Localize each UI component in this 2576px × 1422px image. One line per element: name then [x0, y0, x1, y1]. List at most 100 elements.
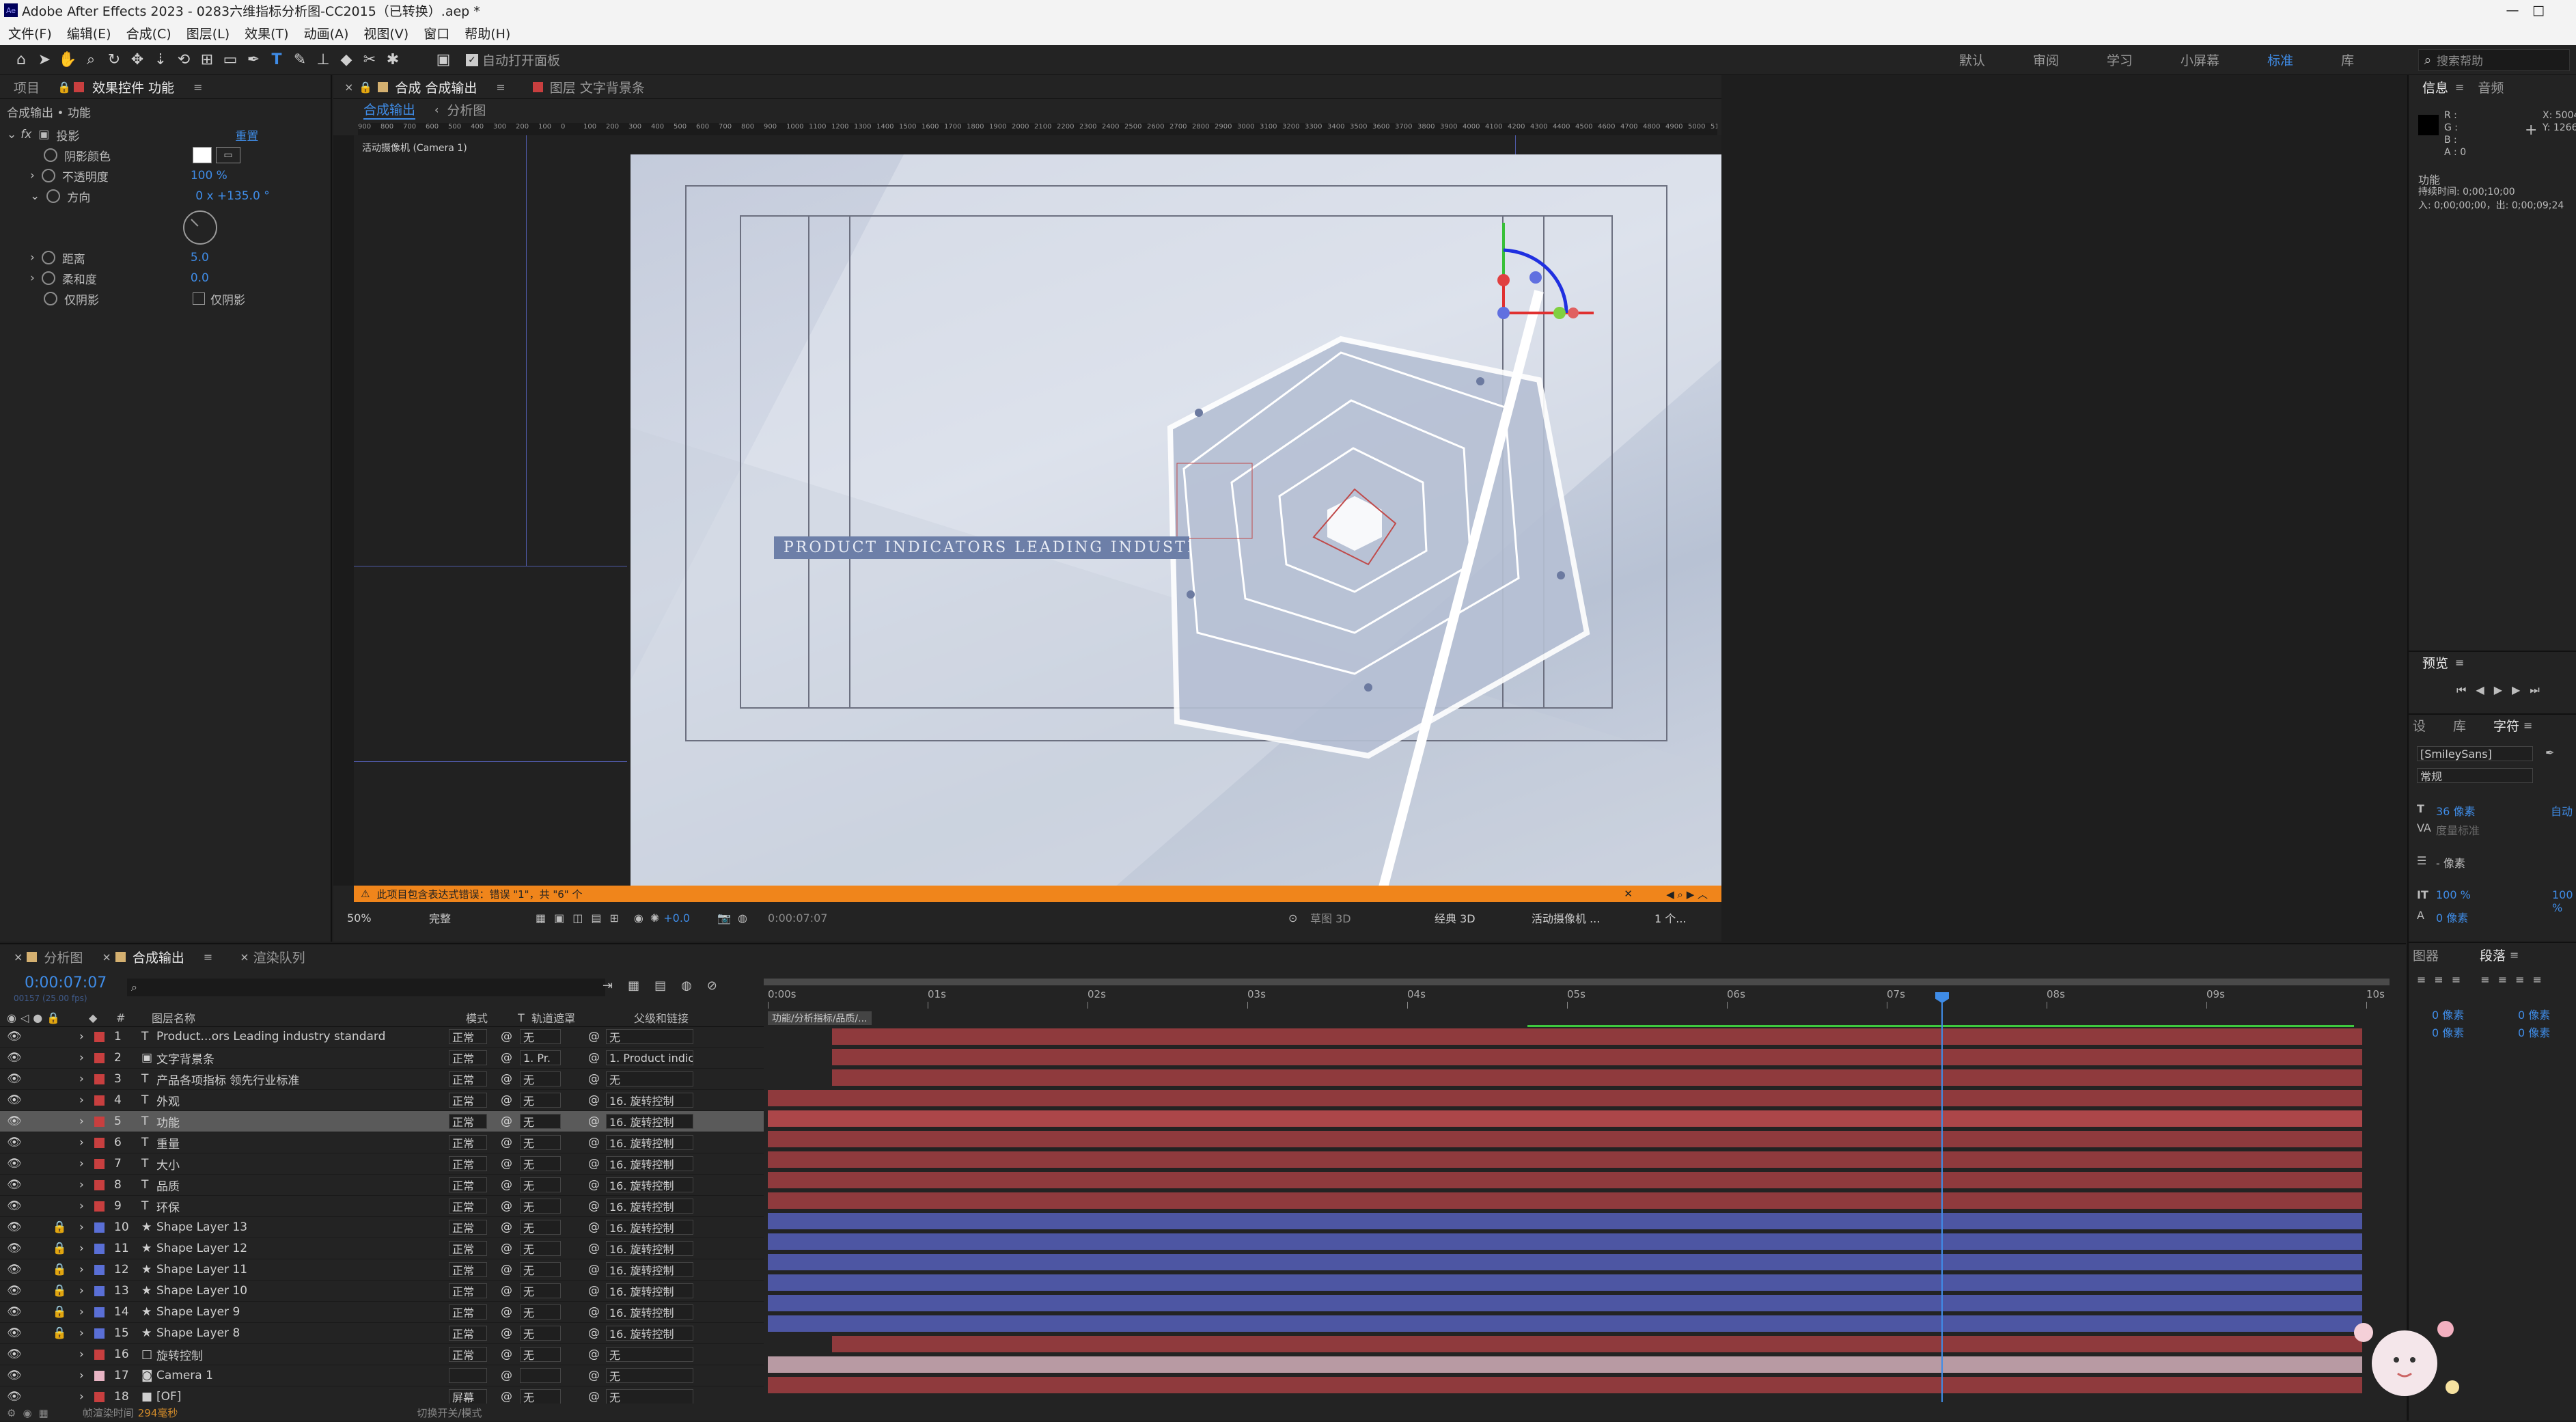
parent-dropdown[interactable]: 16. 旋转控制 [606, 1304, 693, 1320]
hand-tool-icon[interactable]: ✋ [58, 51, 77, 69]
parent-dropdown[interactable]: 1. Product indic [606, 1050, 693, 1065]
track-matte-dropdown[interactable]: 无 [520, 1220, 561, 1235]
eye-icon[interactable]: 👁 [7, 1093, 23, 1107]
parent-dropdown[interactable]: 16. 旋转控制 [606, 1135, 693, 1150]
eye-icon[interactable]: 👁 [7, 1136, 23, 1149]
parent-dropdown[interactable]: 16. 旋转控制 [606, 1220, 693, 1235]
layer-row[interactable]: 👁 › 1 T Product...ors Leading industry stand… [0, 1026, 764, 1048]
panel-icon[interactable]: ▣ [434, 51, 452, 69]
space-before-value[interactable]: 0 像素 [2432, 1024, 2464, 1040]
label-color-swatch[interactable] [94, 1264, 105, 1275]
spiral-icon[interactable]: @ [501, 1051, 520, 1065]
eye-icon[interactable]: 👁 [7, 1030, 23, 1043]
layer-duration-bar[interactable] [768, 1233, 2362, 1250]
panel-menu-icon[interactable]: ≡ [2455, 81, 2464, 94]
parent-pickwhip-icon[interactable]: @ [588, 1369, 606, 1382]
eye-icon[interactable]: 👁 [7, 1284, 23, 1298]
spiral-icon[interactable]: @ [501, 1072, 520, 1086]
layer-name[interactable]: 功能 [156, 1113, 449, 1130]
parent-pickwhip-icon[interactable]: @ [588, 1115, 606, 1128]
brush-tool-icon[interactable]: ✎ [291, 51, 309, 69]
blend-mode-dropdown[interactable]: 正常 [449, 1199, 487, 1214]
track-matte-dropdown[interactable]: 无 [520, 1389, 561, 1404]
label-color-swatch[interactable] [94, 1328, 105, 1339]
label-color-swatch[interactable] [94, 1052, 105, 1063]
renderer-dropdown[interactable]: 经典 3D [1432, 910, 1478, 925]
softness-value[interactable]: 0.0 [191, 271, 209, 285]
exposure-value[interactable]: +0.0 [663, 912, 690, 925]
show-channel-icon[interactable]: ◍ [738, 912, 747, 925]
expression-warning-bar[interactable]: ⚠ 此项目包含表达式错误：错误 "1"，共 "6" 个 ✕ ◀ ⌕ ▶ ︿ [354, 886, 1721, 902]
parent-pickwhip-icon[interactable]: @ [588, 1030, 606, 1043]
parent-dropdown[interactable]: 16. 旋转控制 [606, 1241, 693, 1256]
footer-icons[interactable]: ⚙◉▦ [7, 1407, 55, 1419]
expand-chevron-icon[interactable]: › [79, 1390, 94, 1404]
menu-item[interactable]: 合成(C) [126, 24, 171, 42]
expand-chevron-icon[interactable]: › [79, 1220, 94, 1234]
stopwatch-icon[interactable] [44, 148, 57, 162]
parent-dropdown[interactable]: 16. 旋转控制 [606, 1283, 693, 1298]
paragraph-align-icons[interactable]: ≡≡≡ ≡≡≡≡ [2417, 973, 2550, 986]
layer-duration-bar[interactable] [768, 1295, 2362, 1311]
tab-preview[interactable]: 预览 [2422, 653, 2448, 672]
tab-paragraph[interactable]: 段落 [2480, 946, 2506, 964]
expand-chevron-icon[interactable]: › [79, 1093, 94, 1107]
label-color-swatch[interactable] [94, 1074, 105, 1084]
quality-dropdown[interactable]: 完整 [426, 910, 508, 925]
timeline-tab-2[interactable]: 渲染队列 [253, 948, 305, 966]
tab-audio[interactable]: 音频 [2478, 78, 2504, 96]
eraser-tool-icon[interactable]: ◆ [337, 51, 355, 69]
blend-mode-dropdown[interactable] [449, 1368, 487, 1383]
layer-row[interactable]: 👁 🔒 › 12 ★ Shape Layer 11 正常 @ 无 @16. 旋转控制 [0, 1259, 764, 1281]
blend-mode-dropdown[interactable]: 正常 [449, 1050, 487, 1065]
parent-pickwhip-icon[interactable]: @ [588, 1093, 606, 1107]
indent-left-value[interactable]: 0 像素 [2432, 1006, 2464, 1022]
baseline-value[interactable]: 0 像素 [2436, 909, 2468, 925]
spiral-icon[interactable]: @ [501, 1199, 520, 1213]
expand-chevron-icon[interactable]: › [79, 1051, 94, 1065]
viewer-canvas[interactable]: 活动摄像机 (Camera 1) PRODUCT INDICATORS LEAD… [354, 135, 1721, 886]
blend-mode-dropdown[interactable]: 正常 [449, 1347, 487, 1362]
chevron-right-icon[interactable]: › [30, 169, 35, 182]
spiral-icon[interactable]: @ [501, 1242, 520, 1255]
expand-chevron-icon[interactable]: › [79, 1242, 94, 1255]
parent-pickwhip-icon[interactable]: @ [588, 1284, 606, 1298]
label-color-swatch[interactable] [94, 1201, 105, 1212]
layer-duration-bar[interactable] [831, 1028, 2362, 1045]
eye-icon[interactable]: 👁 [7, 1051, 23, 1065]
track-matte-dropdown[interactable]: 无 [520, 1156, 561, 1171]
lock-icon[interactable]: 🔒 [57, 81, 71, 94]
spiral-icon[interactable]: @ [501, 1263, 520, 1276]
vertical-scale-value[interactable]: 100 % [2436, 888, 2471, 901]
label-color-swatch[interactable] [94, 1222, 105, 1233]
layer-row[interactable]: 👁 › 18 ■ [OF] 屏幕 @ 无 @ 无 [0, 1386, 764, 1404]
expand-chevron-icon[interactable]: › [79, 1136, 94, 1149]
parent-pickwhip-icon[interactable]: @ [588, 1348, 606, 1361]
blend-mode-dropdown[interactable]: 正常 [449, 1262, 487, 1277]
layer-row[interactable]: 👁 🔒 › 15 ★ Shape Layer 8 正常 @ 无 @16. 旋转控制 [0, 1323, 764, 1344]
menu-item[interactable]: 效果(T) [245, 24, 288, 42]
expand-chevron-icon[interactable]: › [79, 1284, 94, 1298]
parent-pickwhip-icon[interactable]: @ [588, 1390, 606, 1404]
label-color-swatch[interactable] [94, 1391, 105, 1402]
blend-mode-dropdown[interactable]: 正常 [449, 1071, 487, 1086]
lock-icon[interactable]: 🔒 [359, 81, 372, 94]
menu-item[interactable]: 文件(F) [8, 24, 52, 42]
search-help[interactable]: ⌕ 搜索帮助 [2418, 49, 2570, 71]
draft-3d-label[interactable]: 草图 3D [1310, 910, 1351, 926]
roto-tool-icon[interactable]: ✂ [361, 51, 378, 69]
parent-pickwhip-icon[interactable]: @ [588, 1263, 606, 1276]
spiral-icon[interactable]: @ [501, 1115, 520, 1128]
space-after-value[interactable]: 0 像素 [2518, 1024, 2550, 1040]
parent-dropdown[interactable]: 16. 旋转控制 [606, 1093, 693, 1108]
layer-row[interactable]: 👁 🔒 › 10 ★ Shape Layer 13 正常 @ 无 @16. 旋转控制 [0, 1217, 764, 1238]
menu-item[interactable]: 动画(A) [304, 24, 349, 42]
layer-name[interactable]: 大小 [156, 1156, 449, 1173]
workspace-3[interactable]: 小屏幕 [2180, 51, 2219, 69]
layer-name[interactable]: Shape Layer 9 [156, 1305, 449, 1319]
layer-name[interactable]: 外观 [156, 1092, 449, 1109]
label-color-swatch[interactable] [94, 1179, 105, 1190]
tab-tracker[interactable]: 图器 [2413, 946, 2439, 964]
tab-composition[interactable]: 合成 合成输出 [395, 78, 477, 96]
selection-tool-icon[interactable]: ➤ [36, 51, 53, 69]
